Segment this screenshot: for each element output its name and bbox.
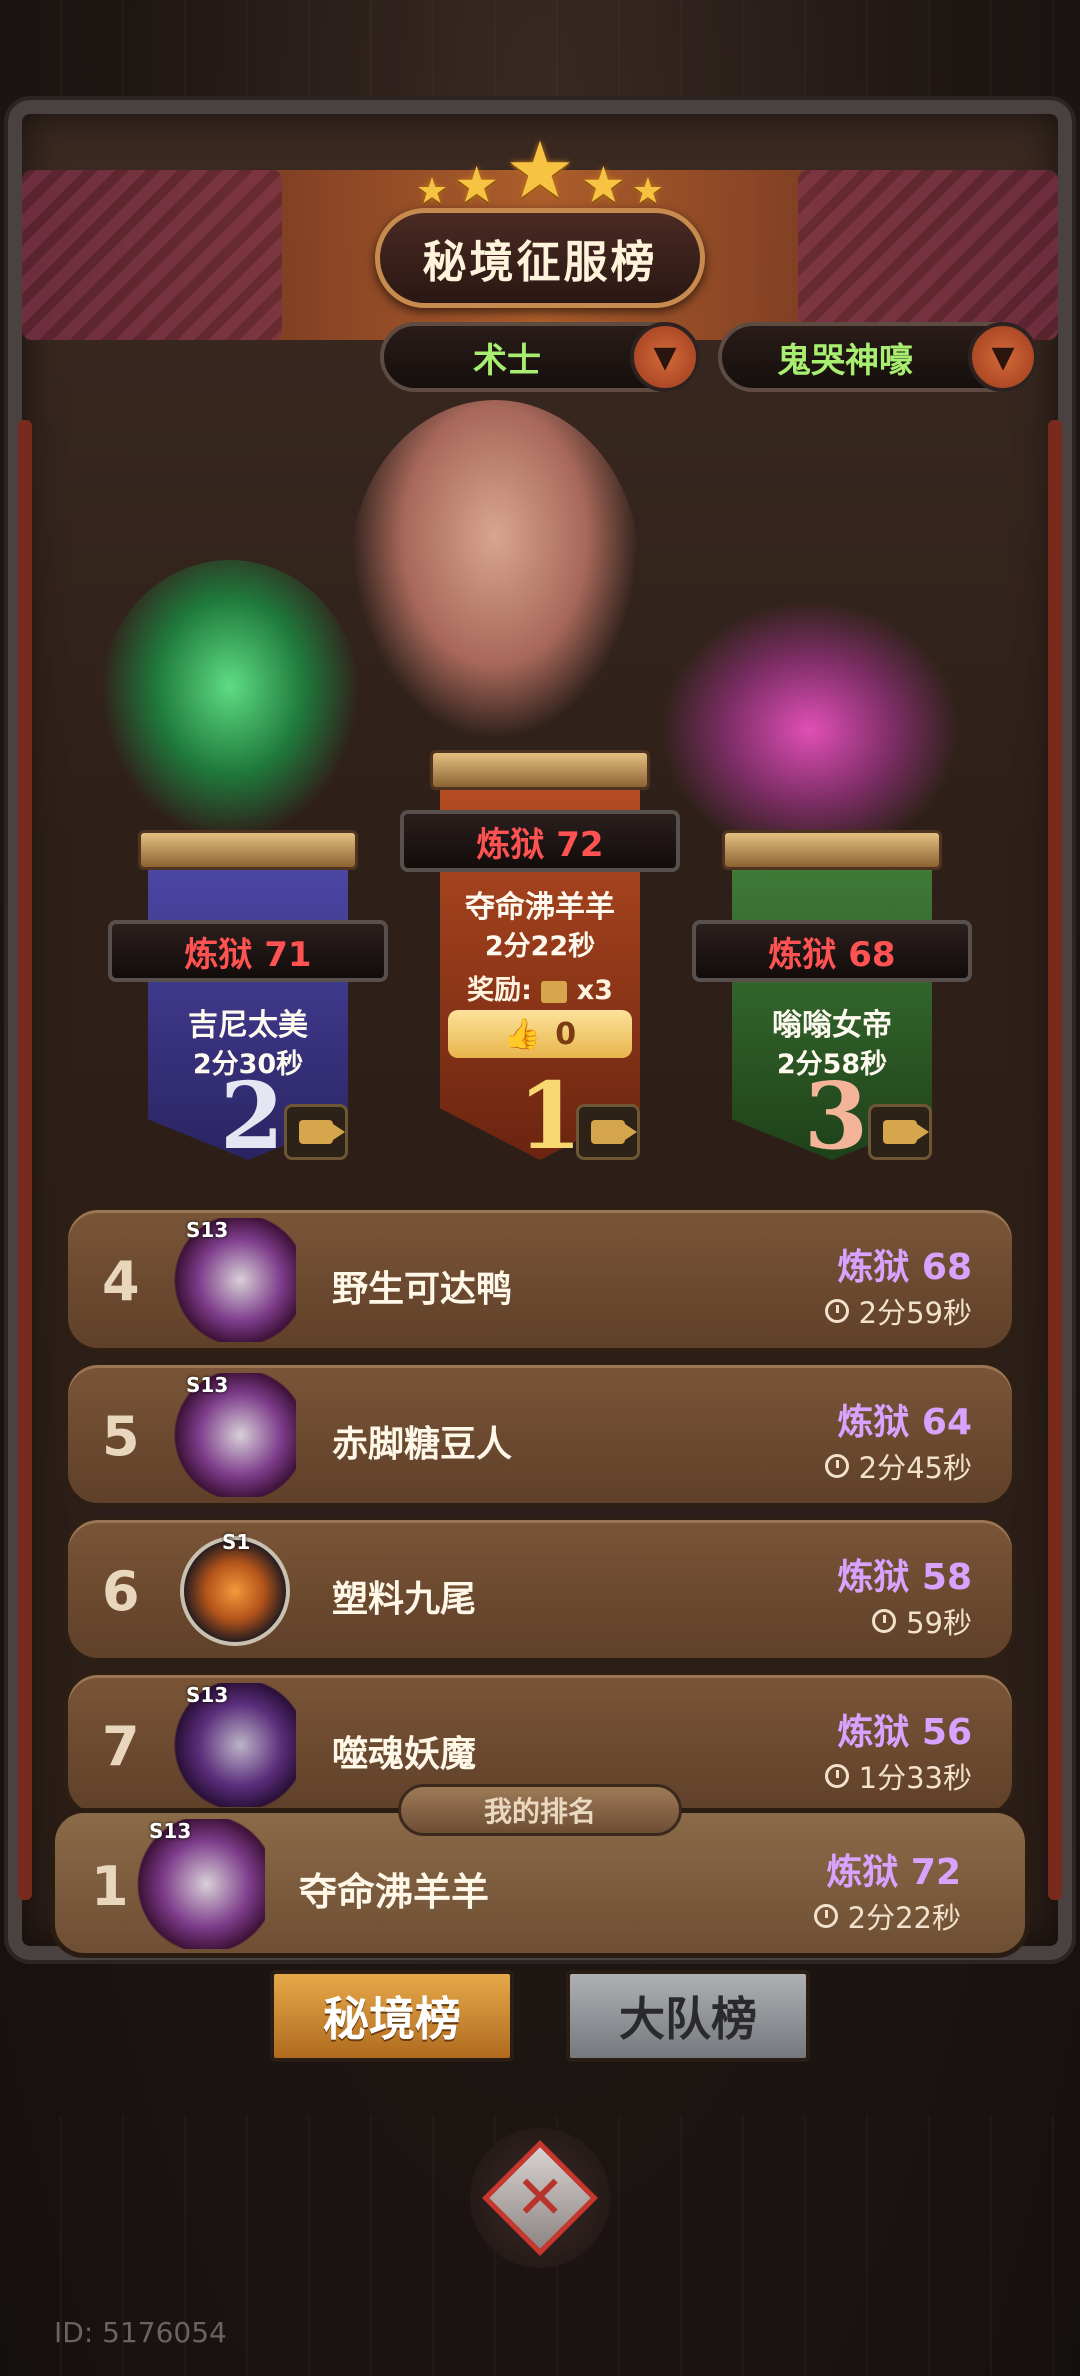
podium-player-name: 夺命沸羊羊 (465, 890, 615, 925)
like-button[interactable]: 👍 0 (448, 1010, 632, 1058)
season-badge: S13 (186, 1683, 229, 1707)
thumbs-up-icon: 👍 (503, 1016, 542, 1052)
reward-count: x3 (576, 975, 613, 1006)
player-name: 塑料九尾 (332, 1579, 477, 1620)
row-difficulty: 炼狱 64 (837, 1402, 972, 1443)
second-place-character-avatar[interactable] (100, 560, 360, 840)
row-rank: 5 (102, 1405, 140, 1468)
pedestal-cap (138, 830, 358, 870)
row-rank: 7 (102, 1715, 140, 1778)
user-id: ID: 5176054 (54, 2316, 227, 2349)
podium-difficulty: 炼狱 72 (400, 810, 680, 872)
dungeon-filter-label: 鬼哭神嚎 (777, 340, 913, 381)
podium-difficulty: 炼狱 71 (108, 920, 388, 982)
page-title: 秘境征服榜 (375, 208, 705, 308)
player-avatar: S1 (180, 1530, 290, 1646)
row-clear-time: 2分45秒 (824, 1445, 972, 1487)
star-icon: ★ (454, 156, 500, 214)
my-avatar: S13 (135, 1819, 265, 1949)
player-avatar: S13 (172, 1218, 296, 1342)
clock-icon (824, 1299, 849, 1323)
season-badge: S13 (186, 1373, 229, 1397)
pedestal-cap (722, 830, 942, 870)
row-time-text: 2分45秒 (858, 1451, 972, 1485)
my-rank-label: 我的排名 (398, 1784, 682, 1836)
player-avatar: S13 (172, 1373, 296, 1497)
panel-rail-right (1048, 420, 1062, 1900)
tab-dungeon-ranking[interactable]: 秘境榜 (270, 1970, 514, 2062)
podium-clear-time: 2分22秒 (484, 931, 596, 962)
banner-ornament-right (798, 170, 1058, 340)
panel-rail-left (18, 420, 32, 1900)
player-avatar: S13 (172, 1683, 296, 1807)
podium-player-name: 嗡嗡女帝 (772, 1008, 892, 1043)
season-badge: S1 (222, 1530, 251, 1554)
row-clear-time: 1分33秒 (824, 1755, 972, 1797)
row-rank: 6 (102, 1560, 140, 1623)
player-name: 野生可达鸭 (332, 1269, 513, 1310)
third-place-character-avatar[interactable] (660, 600, 960, 860)
row-difficulty: 炼狱 56 (837, 1712, 972, 1753)
row-time-text: 2分59秒 (858, 1296, 972, 1330)
star-rating-decoration: ★ ★ ★ ★ ★ (400, 130, 680, 210)
video-camera-icon (591, 1120, 637, 1144)
podium-player-name: 吉尼太美 (188, 1008, 308, 1043)
pedestal-cap (430, 750, 650, 790)
player-name: 噬魂妖魔 (332, 1734, 477, 1775)
first-place-character-avatar[interactable] (350, 400, 640, 740)
clock-icon (872, 1609, 897, 1633)
banner-ornament-left (22, 170, 282, 340)
chevron-down-icon[interactable]: ▼ (968, 322, 1038, 392)
class-filter-dropdown[interactable]: 术士 ▼ (380, 322, 700, 392)
podium-rank-number: 1 (518, 1062, 583, 1170)
my-clear-time: 2分22秒 (813, 1895, 961, 1937)
replay-video-button[interactable] (284, 1104, 348, 1160)
podium-rank-number: 3 (804, 1062, 869, 1170)
row-time-text: 59秒 (906, 1606, 972, 1640)
close-button[interactable]: ✕ (470, 2128, 610, 2268)
my-time-text: 2分22秒 (847, 1901, 961, 1935)
video-camera-icon (299, 1120, 345, 1144)
my-difficulty: 炼狱 72 (826, 1852, 961, 1893)
clock-icon (824, 1764, 849, 1788)
treasure-chest-icon (541, 980, 568, 1003)
row-difficulty: 炼狱 58 (837, 1557, 972, 1598)
like-count: 0 (555, 1016, 577, 1052)
leaderboard-row[interactable]: 5 S13 赤脚糖豆人 炼狱 64 2分45秒 (64, 1361, 1016, 1507)
podium-difficulty: 炼狱 68 (692, 920, 972, 982)
replay-video-button[interactable] (868, 1104, 932, 1160)
podium-rank-number: 2 (220, 1062, 285, 1170)
tab-team-ranking[interactable]: 大队榜 (566, 1970, 810, 2062)
star-icon: ★ (631, 171, 665, 212)
row-clear-time: 2分59秒 (824, 1290, 972, 1332)
leaderboard-row[interactable]: 4 S13 野生可达鸭 炼狱 68 2分59秒 (64, 1206, 1016, 1352)
dungeon-filter-dropdown[interactable]: 鬼哭神嚎 ▼ (718, 322, 1038, 392)
video-camera-icon (883, 1120, 929, 1144)
leaderboard-row[interactable]: 6 S1 塑料九尾 炼狱 58 59秒 (64, 1516, 1016, 1662)
replay-video-button[interactable] (576, 1104, 640, 1160)
podium-reward: 奖励: x3 (440, 968, 640, 1007)
star-icon: ★ (415, 171, 449, 212)
chevron-down-icon[interactable]: ▼ (630, 322, 700, 392)
reward-label: 奖励: (467, 975, 532, 1006)
row-rank: 4 (102, 1250, 140, 1313)
clock-icon (813, 1904, 838, 1928)
close-icon: ✕ (482, 2140, 598, 2256)
my-rank-number: 1 (91, 1855, 129, 1918)
clock-icon (824, 1454, 849, 1478)
star-icon: ★ (505, 126, 575, 216)
page-title-text: 秘境征服榜 (422, 237, 658, 288)
class-filter-label: 术士 (473, 340, 541, 381)
row-time-text: 1分33秒 (858, 1761, 972, 1795)
row-difficulty: 炼狱 68 (837, 1247, 972, 1288)
player-name: 赤脚糖豆人 (332, 1424, 513, 1465)
my-player-name: 夺命沸羊羊 (299, 1870, 490, 1914)
row-clear-time: 59秒 (872, 1600, 972, 1642)
season-badge: S13 (149, 1819, 192, 1843)
season-badge: S13 (186, 1218, 229, 1242)
star-icon: ★ (580, 156, 626, 214)
